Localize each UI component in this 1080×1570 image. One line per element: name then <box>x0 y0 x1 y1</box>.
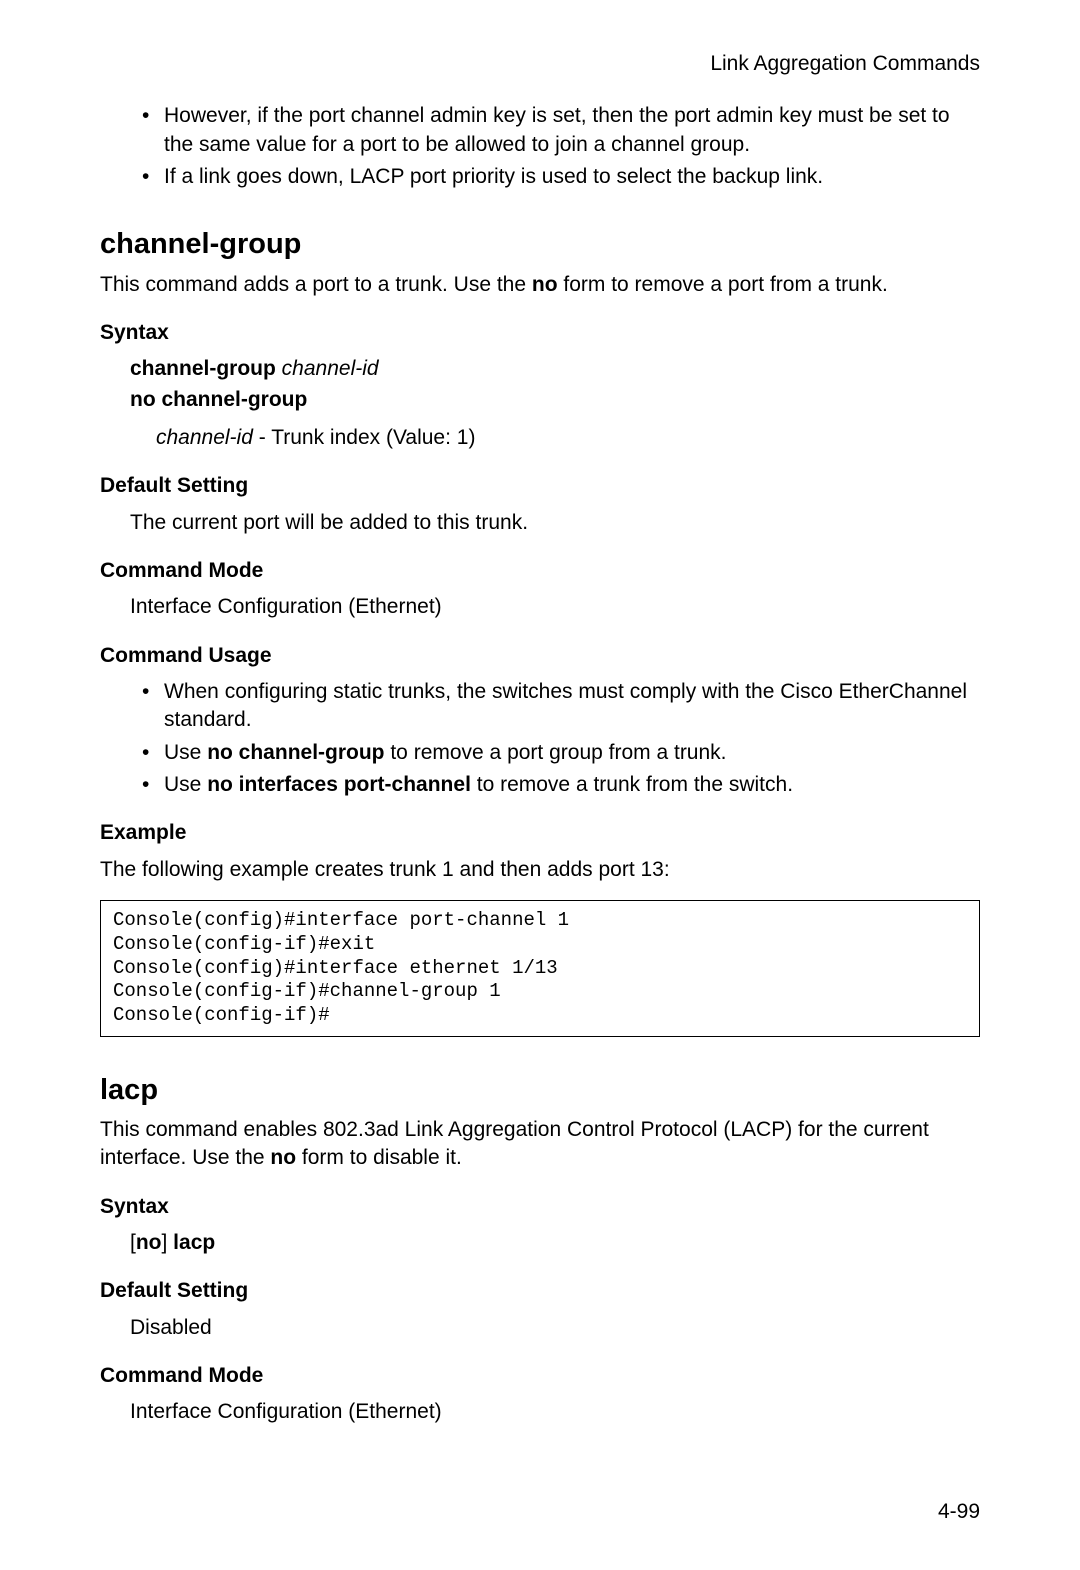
usage-item-1: When configuring static trunks, the swit… <box>142 678 980 735</box>
intro-bullets: However, if the port channel admin key i… <box>100 102 980 191</box>
example-label: Example <box>100 819 980 847</box>
page-number: 4-99 <box>938 1498 980 1526</box>
lacp-desc: This command enables 802.3ad Link Aggreg… <box>100 1116 980 1173</box>
syntax-param: channel-id - Trunk index (Value: 1) <box>100 424 980 452</box>
command-mode-label: Command Mode <box>100 557 980 585</box>
lacp-syntax-label: Syntax <box>100 1193 980 1221</box>
default-setting-label: Default Setting <box>100 472 980 500</box>
syntax-line-1: channel-group channel-id <box>100 355 980 383</box>
lacp-default-text: Disabled <box>100 1314 980 1342</box>
lacp-mode-label: Command Mode <box>100 1362 980 1390</box>
command-mode-text: Interface Configuration (Ethernet) <box>100 593 980 621</box>
lacp-mode-text: Interface Configuration (Ethernet) <box>100 1398 980 1426</box>
usage-item-2: Use no channel-group to remove a port gr… <box>142 739 980 767</box>
lacp-heading: lacp <box>100 1071 980 1110</box>
code-example: Console(config)#interface port-channel 1… <box>100 900 980 1037</box>
command-usage-label: Command Usage <box>100 642 980 670</box>
intro-bullet-1: However, if the port channel admin key i… <box>142 102 980 159</box>
usage-item-3: Use no interfaces port-channel to remove… <box>142 771 980 799</box>
syntax-label: Syntax <box>100 319 980 347</box>
syntax-line-2: no channel-group <box>100 386 980 414</box>
lacp-default-label: Default Setting <box>100 1277 980 1305</box>
channel-group-heading: channel-group <box>100 225 980 264</box>
page-header: Link Aggregation Commands <box>100 50 980 78</box>
intro-bullet-2: If a link goes down, LACP port priority … <box>142 163 980 191</box>
example-text: The following example creates trunk 1 an… <box>100 856 980 884</box>
lacp-syntax-line: [no] lacp <box>100 1229 980 1257</box>
usage-list: When configuring static trunks, the swit… <box>100 678 980 799</box>
default-setting-text: The current port will be added to this t… <box>100 509 980 537</box>
channel-group-desc: This command adds a port to a trunk. Use… <box>100 271 980 299</box>
